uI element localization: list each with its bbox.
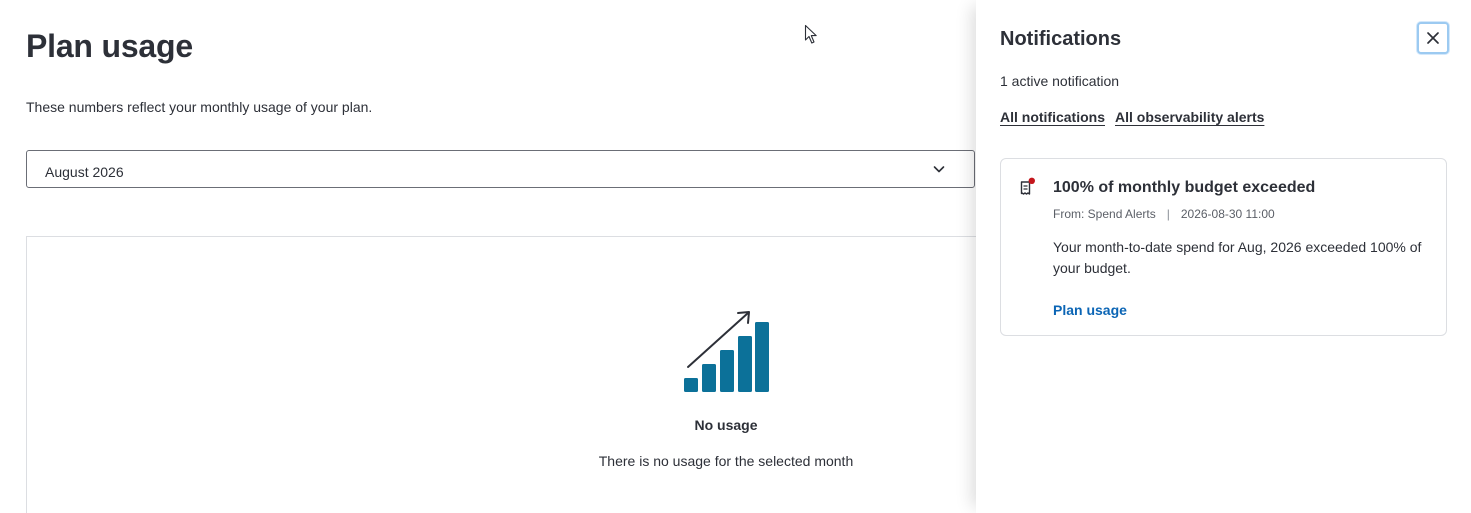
receipt-alert-icon: [1020, 177, 1035, 195]
tab-all-notifications[interactable]: All notifications: [1000, 109, 1105, 125]
notification-timestamp: 2026-08-30 11:00: [1180, 207, 1275, 221]
month-select-value: August 2026: [45, 164, 124, 180]
close-button[interactable]: [1417, 22, 1449, 54]
notification-source: From: Spend Alerts: [1053, 207, 1156, 221]
tab-all-observability-alerts[interactable]: All observability alerts: [1115, 109, 1264, 125]
close-icon: [1427, 32, 1439, 44]
notification-card: 100% of monthly budget exceeded From: Sp…: [1000, 158, 1447, 336]
meta-separator: |: [1166, 207, 1170, 221]
active-notification-count: 1 active notification: [1000, 73, 1120, 89]
bar-chart-growth-icon: [684, 311, 769, 392]
notification-meta: From: Spend Alerts | 2026-08-30 11:00: [1053, 207, 1275, 221]
mouse-cursor-icon: [804, 24, 817, 44]
plan-usage-link[interactable]: Plan usage: [1053, 302, 1127, 318]
month-select[interactable]: August 2026: [26, 150, 975, 188]
notifications-drawer: Notifications 1 active notification All …: [976, 0, 1471, 513]
notification-body: Your month-to-date spend for Aug, 2026 e…: [1053, 239, 1422, 276]
usage-panel: No usage There is no usage for the selec…: [26, 236, 986, 513]
notification-title: 100% of monthly budget exceeded: [1053, 179, 1316, 196]
page-title: Plan usage: [26, 28, 193, 64]
main-content: Plan usage These numbers reflect your mo…: [0, 0, 986, 513]
page-description: These numbers reflect your monthly usage…: [26, 99, 373, 115]
drawer-title: Notifications: [1000, 28, 1122, 50]
chevron-down-icon: [933, 166, 945, 173]
